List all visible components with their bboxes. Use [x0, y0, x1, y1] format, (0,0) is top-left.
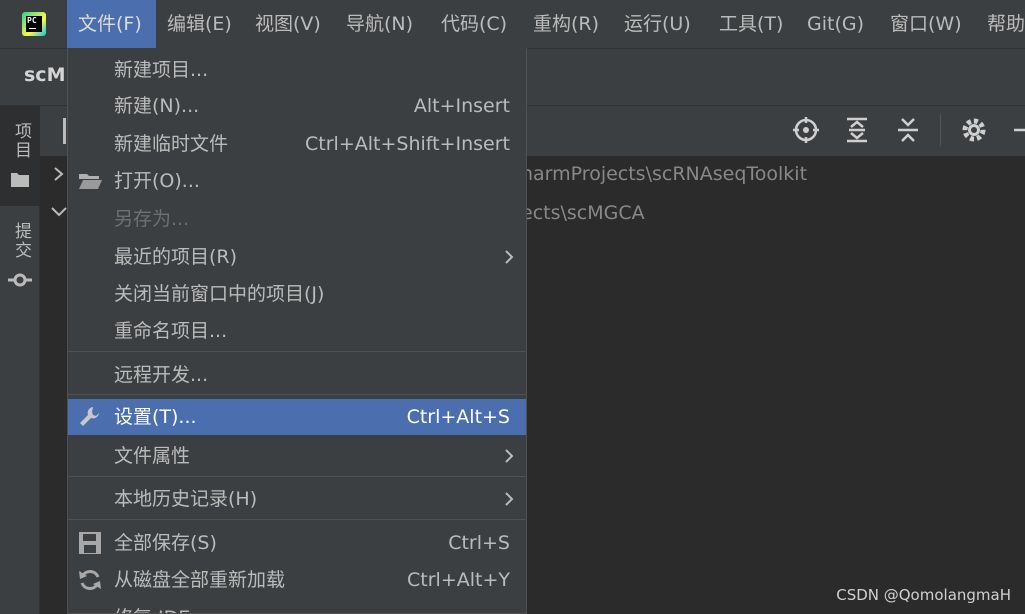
menu-window[interactable]: 窗口(W)	[890, 0, 962, 48]
menu-separator	[68, 476, 526, 477]
menu-git[interactable]: Git(G)	[807, 0, 864, 48]
wrench-icon	[80, 407, 99, 426]
menu-item-remote-development[interactable]: 远程开发...	[68, 357, 526, 393]
folder-icon	[11, 173, 29, 187]
menu-item-new-scratch-file[interactable]: 新建临时文件 Ctrl+Alt+Shift+Insert	[68, 126, 526, 162]
menu-edit[interactable]: 编辑(E)	[167, 0, 232, 48]
shortcut-label: Ctrl+Alt+Y	[407, 569, 510, 591]
reload-icon	[79, 569, 101, 591]
chevron-down-icon[interactable]	[50, 205, 68, 219]
minimize-icon[interactable]	[1010, 116, 1025, 144]
menu-item-rename-project[interactable]: 重命名项目...	[68, 313, 526, 349]
menu-refactor[interactable]: 重构(R)	[533, 0, 599, 48]
gear-icon[interactable]	[960, 116, 988, 144]
menu-item-new[interactable]: 新建(N)... Alt+Insert	[68, 88, 526, 124]
menu-view[interactable]: 视图(V)	[255, 0, 321, 48]
menu-navigate[interactable]: 导航(N)	[346, 0, 413, 48]
commit-tool-button[interactable]: 提交	[0, 216, 40, 296]
menu-item-save-as[interactable]: 另存为...	[68, 201, 526, 237]
menu-tools[interactable]: 工具(T)	[719, 0, 783, 48]
menu-item-reload-all[interactable]: 从磁盘全部重新加载 Ctrl+Alt+Y	[68, 562, 526, 598]
shortcut-label: Ctrl+Alt+Shift+Insert	[305, 133, 510, 155]
menu-file[interactable]: 文件(F)	[67, 0, 156, 48]
menu-item-repair-ide[interactable]: 修复 IDE	[68, 600, 526, 613]
tree-row-scrnaseqtoolkit[interactable]: harmProjects\scRNAseqToolkit	[521, 163, 807, 185]
menu-item-save-all[interactable]: 全部保存(S) Ctrl+S	[68, 525, 526, 561]
submenu-arrow-icon	[505, 449, 514, 463]
menu-separator	[68, 351, 526, 352]
project-tool-button[interactable]: 项目	[0, 106, 40, 206]
file-menu-dropdown: 新建项目... 新建(N)... Alt+Insert 新建临时文件 Ctrl+…	[67, 48, 527, 614]
project-name-tab[interactable]: scM	[24, 64, 65, 86]
shortcut-label: Ctrl+S	[448, 532, 510, 554]
commit-tool-label: 提交	[11, 222, 31, 260]
project-tool-label: 项目	[11, 122, 31, 160]
submenu-arrow-icon	[505, 250, 514, 264]
shortcut-label: Ctrl+Alt+S	[406, 406, 510, 428]
tree-row-scmgca[interactable]: ects\scMGCA	[521, 202, 645, 224]
expand-all-icon[interactable]	[843, 116, 871, 144]
collapse-all-icon[interactable]	[894, 116, 922, 144]
logo-text: PC	[27, 16, 37, 25]
menu-separator	[68, 519, 526, 520]
menu-item-file-properties[interactable]: 文件属性	[68, 438, 526, 474]
folder-open-icon	[79, 174, 102, 189]
save-icon	[79, 532, 101, 554]
menu-run[interactable]: 运行(U)	[624, 0, 691, 48]
chevron-right-icon[interactable]	[52, 166, 66, 182]
commit-icon	[8, 273, 32, 287]
menu-item-close-project[interactable]: 关闭当前窗口中的项目(J)	[68, 276, 526, 312]
menu-help[interactable]: 帮助	[987, 0, 1025, 48]
menu-code[interactable]: 代码(C)	[441, 0, 507, 48]
toolbar-divider	[940, 114, 941, 146]
csdn-watermark: CSDN @QomolangmaH	[836, 586, 1011, 604]
menu-item-open[interactable]: 打开(O)...	[68, 163, 526, 199]
pycharm-logo-icon: PC	[22, 12, 46, 36]
menu-item-new-project[interactable]: 新建项目...	[68, 52, 526, 88]
locate-icon[interactable]	[792, 116, 820, 144]
menu-item-local-history[interactable]: 本地历史记录(H)	[68, 481, 526, 517]
submenu-arrow-icon	[505, 492, 514, 506]
shortcut-label: Alt+Insert	[413, 95, 510, 117]
menu-item-settings[interactable]: 设置(T)... Ctrl+Alt+S	[68, 399, 526, 435]
menu-item-recent-projects[interactable]: 最近的项目(R)	[68, 239, 526, 275]
menu-separator	[68, 394, 526, 395]
